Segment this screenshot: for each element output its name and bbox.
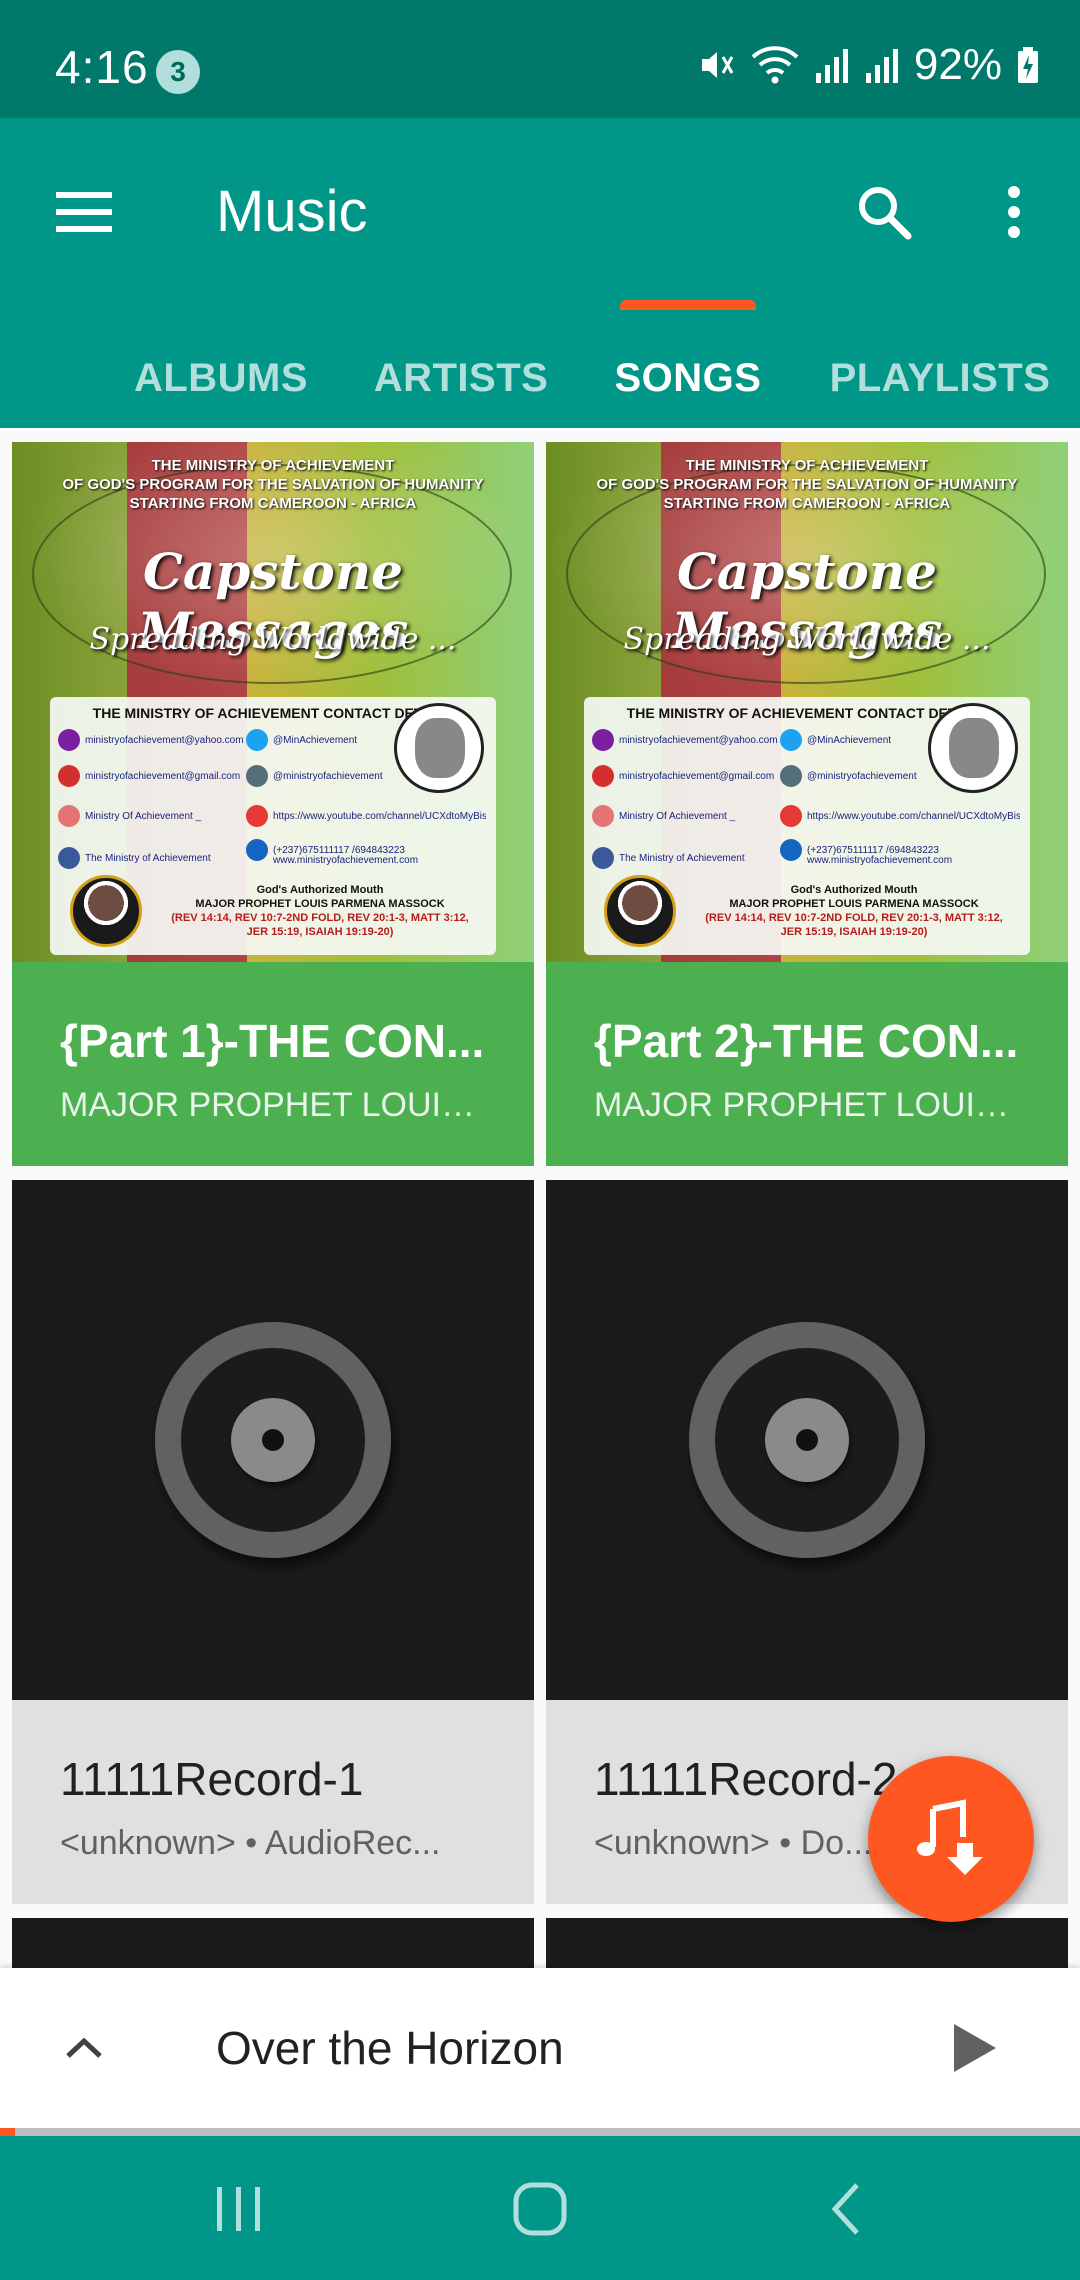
prophet-photo bbox=[604, 875, 676, 947]
back-icon bbox=[831, 2183, 859, 2235]
song-title: {Part 1}-THE CON... bbox=[60, 1015, 485, 1067]
tab-bar: ALBUMS ARTISTS SONGS PLAYLISTS bbox=[0, 318, 1080, 428]
song-artist: MAJOR PROPHET LOUIS... bbox=[60, 1086, 486, 1124]
poster-contact: The Ministry of Achievement bbox=[592, 847, 745, 869]
play-button[interactable] bbox=[930, 2004, 1018, 2092]
search-icon bbox=[859, 187, 912, 240]
poster-contact: Ministry Of Achievement _ bbox=[592, 805, 735, 827]
app-bar: Music ALBUMS ARTISTS SONGS PLAYLISTS bbox=[0, 118, 1080, 428]
poster-subtitle: Spreading Worldwide ... bbox=[623, 622, 991, 657]
expand-player-button[interactable] bbox=[40, 2004, 128, 2092]
poster-contact: @ministryofachievement bbox=[246, 765, 383, 787]
more-options-button[interactable] bbox=[970, 168, 1058, 256]
poster-contact: ministryofachievement@gmail.com bbox=[592, 765, 774, 787]
battery-charging-icon bbox=[1018, 47, 1038, 83]
prophet-photo bbox=[70, 875, 142, 947]
poster-contact: https://www.youtube.com/channel/UCXdtoMy… bbox=[246, 805, 486, 827]
poster-header-line: OF GOD'S PROGRAM FOR THE SALVATION OF HU… bbox=[596, 476, 1018, 493]
poster-header-line: STARTING FROM CAMEROON - AFRICA bbox=[663, 495, 951, 512]
poster-header-line: OF GOD'S PROGRAM FOR THE SALVATION OF HU… bbox=[62, 476, 484, 493]
back-button[interactable] bbox=[790, 2164, 900, 2254]
album-art-poster: THE MINISTRY OF ACHIEVEMENT OF GOD'S PRO… bbox=[12, 442, 534, 962]
status-icons: 92% bbox=[696, 40, 1040, 90]
home-icon bbox=[513, 2182, 567, 2236]
playback-progress-fill bbox=[0, 2128, 16, 2136]
poster-contact: @MinAchievement bbox=[246, 729, 357, 751]
poster-contact-panel: THE MINISTRY OF ACHIEVEMENT CONTACT DETA… bbox=[584, 697, 1030, 955]
search-button[interactable] bbox=[840, 168, 928, 256]
song-artist: <unknown> • AudioRec... bbox=[60, 1824, 441, 1862]
poster-contact: www.ministryofachievement.com bbox=[273, 855, 419, 866]
music-download-icon bbox=[917, 1799, 983, 1875]
song-grid[interactable]: THE MINISTRY OF ACHIEVEMENT OF GOD'S PRO… bbox=[0, 428, 1080, 1968]
tab-songs[interactable]: SONGS bbox=[580, 318, 796, 428]
recents-button[interactable] bbox=[184, 2164, 294, 2254]
battery-percent: 92% bbox=[913, 40, 1002, 89]
poster-header-line: STARTING FROM CAMEROON - AFRICA bbox=[129, 495, 417, 512]
poster-header-line: THE MINISTRY OF ACHIEVEMENT bbox=[685, 457, 929, 474]
menu-icon bbox=[56, 192, 112, 232]
poster-contact-panel: THE MINISTRY OF ACHIEVEMENT CONTACT DETA… bbox=[50, 697, 496, 955]
wifi-icon bbox=[751, 46, 799, 84]
song-artist: MAJOR PROPHET LOUIS... bbox=[594, 1086, 1020, 1124]
ministry-seal bbox=[928, 703, 1018, 793]
poster-footer: God's Authorized Mouth MAJOR PROPHET LOU… bbox=[705, 884, 1003, 938]
poster-contact: https://www.youtube.com/channel/UCXdtoMy… bbox=[780, 805, 1020, 827]
ministry-seal bbox=[394, 703, 484, 793]
poster-header-line: THE MINISTRY OF ACHIEVEMENT bbox=[151, 457, 395, 474]
now-playing-bar[interactable]: Over the Horizon bbox=[0, 1968, 1080, 2128]
status-bar: 4:16 3 92% bbox=[0, 0, 1080, 118]
signal-icon bbox=[815, 49, 848, 83]
recents-icon bbox=[217, 2187, 260, 2231]
album-art-placeholder bbox=[12, 1180, 534, 1700]
song-card-partial[interactable] bbox=[546, 1918, 1068, 1968]
poster-contact: ministryofachievement@gmail.com bbox=[58, 765, 240, 787]
app-title: Music bbox=[216, 179, 368, 244]
tab-albums[interactable]: ALBUMS bbox=[110, 318, 332, 428]
song-info: {Part 1}-THE CON... MAJOR PROPHET LOUIS.… bbox=[12, 962, 534, 1166]
home-button[interactable] bbox=[485, 2164, 595, 2254]
chevron-up-icon bbox=[66, 2037, 102, 2058]
status-time: 4:16 bbox=[55, 41, 149, 93]
poster-contact: @ministryofachievement bbox=[780, 765, 917, 787]
mute-icon bbox=[701, 52, 734, 78]
poster-contact: ministryofachievement@yahoo.com bbox=[592, 729, 778, 751]
poster-contact: The Ministry of Achievement bbox=[58, 847, 211, 869]
song-title: {Part 2}-THE CON... bbox=[594, 1015, 1019, 1067]
poster-subtitle: Spreading Worldwide ... bbox=[89, 622, 457, 657]
play-icon bbox=[954, 2024, 996, 2072]
song-card[interactable]: THE MINISTRY OF ACHIEVEMENT OF GOD'S PRO… bbox=[546, 442, 1068, 1166]
playback-progress[interactable] bbox=[0, 2128, 1080, 2136]
menu-button[interactable] bbox=[40, 168, 128, 256]
song-info: 11111Record-1 <unknown> • AudioRec... bbox=[12, 1700, 534, 1904]
poster-contact: ministryofachievement@yahoo.com bbox=[58, 729, 244, 751]
album-art-placeholder bbox=[546, 1180, 1068, 1700]
music-download-button[interactable] bbox=[868, 1756, 1034, 1922]
tab-artists[interactable]: ARTISTS bbox=[350, 318, 572, 428]
tab-indicator bbox=[620, 300, 756, 310]
song-card-partial[interactable] bbox=[12, 1918, 534, 1968]
signal-icon bbox=[865, 49, 898, 83]
song-title: 11111Record-1 bbox=[60, 1753, 364, 1805]
poster-contact: www.ministryofachievement.com bbox=[807, 855, 953, 866]
tab-playlists[interactable]: PLAYLISTS bbox=[812, 318, 1068, 428]
song-card[interactable]: THE MINISTRY OF ACHIEVEMENT OF GOD'S PRO… bbox=[12, 442, 534, 1166]
poster-contact: Ministry Of Achievement _ bbox=[58, 805, 201, 827]
more-vert-icon bbox=[1008, 186, 1020, 238]
album-art-poster: THE MINISTRY OF ACHIEVEMENT OF GOD'S PRO… bbox=[546, 442, 1068, 962]
song-info: {Part 2}-THE CON... MAJOR PROPHET LOUIS.… bbox=[546, 962, 1068, 1166]
poster-footer: God's Authorized Mouth MAJOR PROPHET LOU… bbox=[171, 884, 469, 938]
song-card[interactable]: 11111Record-1 <unknown> • AudioRec... bbox=[12, 1180, 534, 1904]
now-playing-title: Over the Horizon bbox=[216, 2022, 564, 2074]
notification-count-badge: 3 bbox=[156, 50, 200, 94]
poster-contact: @MinAchievement bbox=[780, 729, 891, 751]
system-nav-bar bbox=[0, 2136, 1080, 2280]
